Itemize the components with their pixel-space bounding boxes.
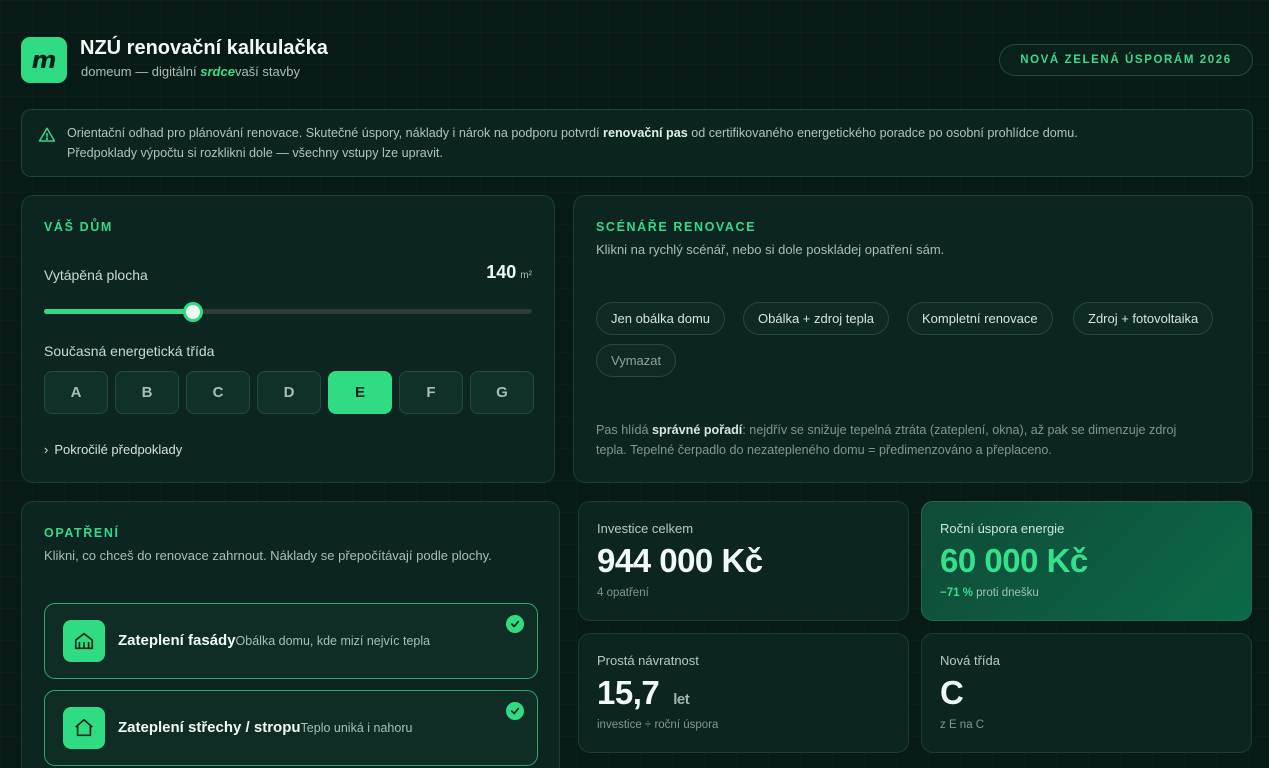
stat-label: Nová třída (940, 653, 1000, 668)
area-slider-thumb[interactable] (183, 302, 203, 322)
program-badge: NOVÁ ZELENÁ ÚSPORÁM 2026 (999, 44, 1253, 76)
energy-class-d[interactable]: D (257, 371, 321, 414)
energy-class-f[interactable]: F (399, 371, 463, 414)
area-value: 140 (486, 262, 517, 282)
app-logo: m (21, 37, 67, 83)
stat-value: 15,7 let (597, 674, 690, 711)
energy-class-c[interactable]: C (186, 371, 250, 414)
scenarios-card: SCÉNÁŘE RENOVACE Klikni na rychlý scénář… (573, 195, 1253, 483)
stat-note: −71 % proti dnešku (940, 587, 1039, 599)
measure-card-roof[interactable]: Zateplení střechy / stropu Teplo uniká i … (44, 690, 538, 766)
measure-subtitle: Obálka domu, kde mizí nejvíc tepla (235, 634, 431, 648)
area-unit: m² (520, 270, 532, 281)
scenario-chip-heat-pv[interactable]: Zdroj + fotovoltaika (1073, 302, 1214, 335)
stat-value: 944 000 Kč (597, 542, 763, 579)
measure-title: Zateplení střechy / stropu (118, 719, 301, 736)
area-slider-fill (44, 309, 193, 314)
stat-value: 60 000 Kč (940, 542, 1088, 579)
scenario-chip-envelope-heat[interactable]: Obálka + zdroj tepla (743, 302, 889, 335)
app-subtitle: domeum — digitální srdcevaší stavby (81, 64, 300, 79)
energy-class-b[interactable]: B (115, 371, 179, 414)
warning-triangle-icon (38, 127, 56, 142)
house-heading: VÁŠ DŮM (44, 220, 113, 234)
measures-card: OPATŘENÍ Klikni, co chceš do renovace za… (21, 501, 560, 768)
energy-class-g[interactable]: G (470, 371, 534, 414)
energy-class-a[interactable]: A (44, 371, 108, 414)
advanced-label: Pokročilé předpoklady (54, 442, 183, 457)
measure-text: Zateplení střechy / stropu Teplo uniká i … (118, 719, 412, 736)
measure-text: Zateplení fasády Obálka domu, kde mizí ne… (118, 632, 430, 649)
stat-label: Roční úspora energie (940, 521, 1065, 536)
measures-description: Klikni, co chceš do renovace zahrnout. N… (44, 548, 492, 563)
facade-house-icon (63, 620, 105, 662)
stat-new-class: Nová třída C z E na C (921, 633, 1252, 753)
info-banner-text: Orientační odhad pro plánování renovace.… (67, 126, 1078, 160)
check-icon (506, 615, 524, 633)
measure-title: Zateplení fasády (118, 632, 236, 649)
area-label: Vytápěná plocha (44, 267, 148, 283)
stat-label: Investice celkem (597, 521, 694, 536)
stat-payback: Prostá návratnost 15,7 let investice ÷ ro… (578, 633, 909, 753)
check-icon (506, 702, 524, 720)
chevron-right-icon: › (44, 442, 49, 457)
stat-savings: Roční úspora energie 60 000 Kč −71 % pro… (921, 501, 1252, 621)
energy-class-e[interactable]: E (328, 371, 392, 414)
roof-house-icon (63, 707, 105, 749)
advanced-toggle[interactable]: › Pokročilé předpoklady (44, 442, 182, 457)
scenario-chip-envelope[interactable]: Jen obálka domu (596, 302, 726, 335)
class-label: Současná energetická třída (44, 343, 215, 359)
info-banner: Orientační odhad pro plánování renovace.… (21, 109, 1253, 177)
house-card: VÁŠ DŮM Vytápěná plocha 140 m² Současná … (21, 195, 555, 483)
stat-note: 4 opatření (597, 587, 649, 599)
energy-class-selector: ABCDEFG (44, 371, 534, 414)
area-readout: 140 m² (486, 262, 532, 283)
scenarios-description: Klikni na rychlý scénář, nebo si dole po… (596, 242, 945, 257)
order-hint: Pas hlídá správné pořadí: nejdřív se sni… (596, 423, 1177, 457)
measures-heading: OPATŘENÍ (44, 526, 120, 540)
stat-label: Prostá návratnost (597, 653, 699, 668)
clear-button[interactable]: Vymazat (596, 344, 677, 377)
stat-value: C (940, 674, 964, 711)
stat-unit: let (673, 691, 690, 708)
app-title: NZÚ renovační kalkulačka (80, 37, 328, 59)
stat-note: z E na C (940, 719, 985, 731)
measure-card-facade[interactable]: Zateplení fasády Obálka domu, kde mizí ne… (44, 603, 538, 679)
scenarios-heading: SCÉNÁŘE RENOVACE (596, 220, 757, 234)
measure-subtitle: Teplo uniká i nahoru (300, 721, 413, 735)
stat-investment: Investice celkem 944 000 Kč 4 opatření (578, 501, 909, 621)
stat-note: investice ÷ roční úspora (597, 719, 719, 731)
scenario-chip-complete[interactable]: Kompletní renovace (907, 302, 1053, 335)
